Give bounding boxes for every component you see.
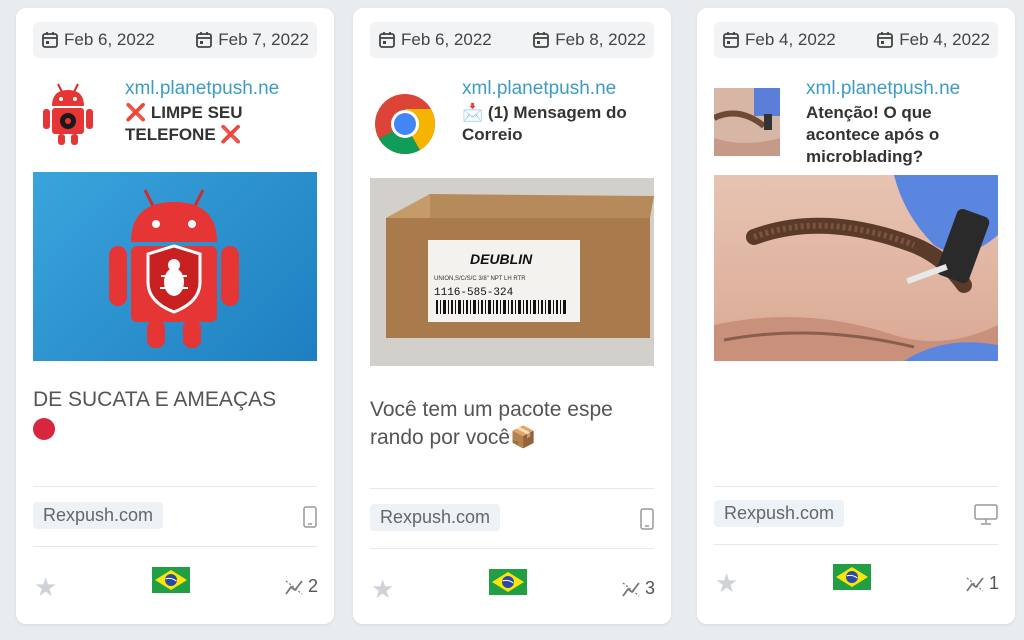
divider (33, 546, 317, 547)
brazil-flag-icon (489, 569, 527, 595)
calendar-icon (196, 32, 213, 48)
chrome-icon (370, 92, 440, 172)
trend-icon (966, 576, 984, 592)
date-range: Feb 6, 2022 Feb 7, 2022 (33, 22, 317, 58)
clicks-counter: 2 (284, 576, 318, 597)
date-range: Feb 6, 2022 Feb 8, 2022 (370, 22, 654, 58)
mobile-icon (640, 508, 654, 530)
favorite-star-icon[interactable]: ★ (34, 574, 57, 600)
notification-image (33, 172, 317, 361)
notification-title: 📩 (1) Mensagem do Correio (462, 103, 627, 144)
start-date: Feb 6, 2022 (41, 30, 155, 50)
date-range: Feb 4, 2022 Feb 4, 2022 (714, 22, 998, 58)
source-badge: Rexpush.com (714, 500, 845, 527)
notification-header: xml.planetpush.ne ❌ LIMPE SEU TELEFONE ❌ (33, 78, 317, 178)
clicks-counter: 3 (621, 578, 655, 599)
end-date: Feb 7, 2022 (195, 30, 309, 50)
notification-header: xml.planetpush.ne Atenção! O que acontec… (714, 78, 998, 178)
notification-image (714, 175, 998, 361)
start-date: Feb 4, 2022 (722, 30, 836, 50)
divider (370, 488, 654, 489)
notification-card[interactable]: Feb 6, 2022 Feb 8, 2022 xml.planetpush.n… (353, 8, 671, 624)
divider (370, 548, 654, 549)
end-date: Feb 8, 2022 (532, 30, 646, 50)
divider (33, 486, 317, 487)
brazil-flag-icon (833, 564, 871, 590)
label-line: UNION,S/C/S/C 3/8" NPT LH RTR (434, 276, 526, 282)
cross-mark-icon: ❌ (125, 103, 147, 122)
notification-message: Você tem um pacote espe rando por você📦 (370, 398, 613, 449)
notification-title: Atenção! O que acontece após o microblad… (806, 103, 940, 166)
cross-mark-icon: ❌ (220, 125, 242, 144)
start-date: Feb 6, 2022 (378, 30, 492, 50)
mobile-icon (303, 506, 317, 528)
notification-message: DE SUCATA E AMEAÇAS (33, 386, 317, 440)
red-circle-icon (33, 418, 55, 440)
clicks-counter: 1 (965, 573, 999, 594)
favorite-star-icon[interactable]: ★ (371, 576, 394, 602)
label-brand: DEUBLIN (470, 251, 533, 267)
domain-text: xml.planetpush.ne (806, 78, 961, 99)
notification-thumbnail (714, 88, 780, 156)
divider (714, 544, 998, 545)
trend-icon (285, 579, 303, 595)
trend-icon (622, 581, 640, 597)
brazil-flag-icon (152, 567, 190, 593)
notification-header: xml.planetpush.ne 📩 (1) Mensagem do Corr… (370, 78, 654, 178)
divider (714, 486, 998, 487)
calendar-icon (42, 32, 58, 48)
notification-card[interactable]: Feb 4, 2022 Feb 4, 2022 xml.planetpush.n… (697, 8, 1015, 624)
calendar-icon (533, 32, 550, 48)
label-code: 1116-585-324 (434, 287, 514, 299)
calendar-icon (723, 32, 739, 48)
end-date: Feb 4, 2022 (876, 30, 990, 50)
envelope-icon: 📩 (462, 103, 484, 122)
desktop-icon (974, 504, 998, 525)
source-badge: Rexpush.com (370, 504, 501, 531)
notification-image: DEUBLIN UNION,S/C/S/C 3/8" NPT LH RTR 11… (370, 178, 654, 366)
domain-text: xml.planetpush.ne (125, 78, 280, 99)
notification-card[interactable]: Feb 6, 2022 Feb 7, 2022 xml.planetpush.n… (16, 8, 334, 624)
android-biohazard-icon (33, 78, 103, 158)
notification-title: ❌ LIMPE SEU TELEFONE ❌ (125, 103, 243, 144)
source-badge: Rexpush.com (33, 502, 164, 529)
favorite-star-icon[interactable]: ★ (715, 570, 738, 596)
calendar-icon (877, 32, 894, 48)
calendar-icon (379, 32, 395, 48)
domain-text: xml.planetpush.ne (462, 78, 617, 99)
